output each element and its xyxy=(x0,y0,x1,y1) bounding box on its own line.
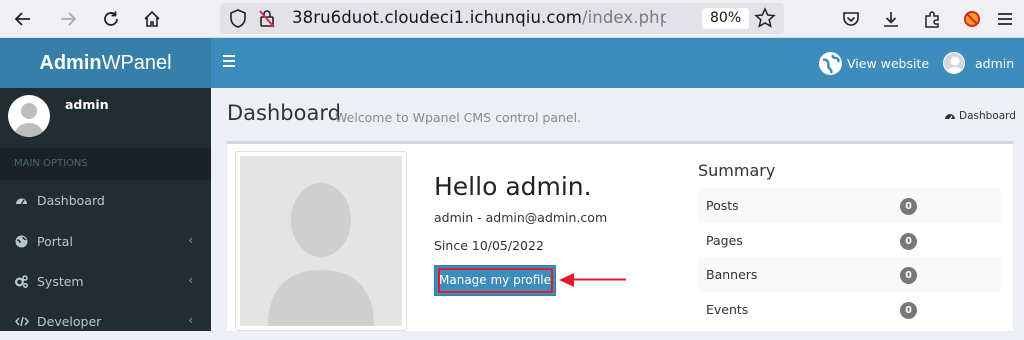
bookmark-star-icon[interactable] xyxy=(754,7,776,33)
shield-icon[interactable] xyxy=(229,9,247,32)
sidebar-item-dashboard[interactable]: Dashboard xyxy=(0,181,211,219)
count-badge: 0 xyxy=(900,233,917,250)
page-subtitle: Welcome to Wpanel CMS control panel. xyxy=(335,110,582,125)
code-icon xyxy=(15,315,29,328)
forward-arrow-icon[interactable] xyxy=(53,4,83,34)
view-website-link[interactable]: View website xyxy=(819,50,929,76)
back-arrow-icon[interactable] xyxy=(8,4,38,34)
url-text[interactable]: 38ru6duot.cloudeci1.ichunqiu.com/index.p… xyxy=(292,8,666,30)
avatar xyxy=(8,95,50,137)
sidebar-item-label: Dashboard xyxy=(37,192,105,208)
red-arrow-annotation xyxy=(559,273,626,287)
count-badge: 0 xyxy=(900,198,917,215)
summary-title: Summary xyxy=(698,161,776,180)
breadcrumb-label[interactable]: Dashboard xyxy=(959,110,1016,122)
user-silhouette-icon xyxy=(268,183,374,326)
summary-row: Posts 0 xyxy=(698,188,1001,223)
greeting: Hello admin. xyxy=(434,172,592,201)
sidebar-user-name: admin xyxy=(65,97,109,112)
sidebar: admin MAIN OPTIONS Dashboard Portal ‹ Sy… xyxy=(0,88,211,331)
view-website-label[interactable]: View website xyxy=(847,56,929,71)
zoom-level[interactable]: 80% xyxy=(702,8,750,29)
address-bar[interactable]: 38ru6duot.cloudeci1.ichunqiu.com/index.p… xyxy=(220,3,784,34)
sidebar-toggle-icon[interactable] xyxy=(223,55,235,70)
extensions-icon[interactable] xyxy=(917,4,947,34)
download-icon[interactable] xyxy=(876,4,906,34)
sidebar-item-portal[interactable]: Portal ‹ xyxy=(0,222,211,260)
chevron-left-icon: ‹ xyxy=(188,273,193,287)
summary-label: Posts xyxy=(706,198,739,213)
user-email-line: admin - admin@admin.com xyxy=(434,210,608,225)
globe-icon xyxy=(819,51,842,75)
app-logo[interactable]: AdminWPanel xyxy=(0,38,211,88)
menu-icon[interactable] xyxy=(990,4,1020,34)
globe-icon xyxy=(15,235,28,248)
sidebar-item-label: Developer xyxy=(37,313,102,329)
cogs-icon xyxy=(14,274,29,288)
top-navbar: View website admin xyxy=(211,38,1024,88)
chevron-left-icon: ‹ xyxy=(188,233,193,247)
home-icon[interactable] xyxy=(137,4,167,34)
count-badge: 0 xyxy=(900,302,917,319)
profile-photo xyxy=(235,151,407,331)
avatar xyxy=(943,52,965,74)
member-since: Since 10/05/2022 xyxy=(434,238,544,253)
pocket-icon[interactable] xyxy=(836,4,866,34)
sidebar-item-label: Portal xyxy=(37,233,73,249)
blocked-addon-icon[interactable] xyxy=(957,4,987,34)
summary-row: Events 0 xyxy=(698,292,1001,327)
manage-profile-button[interactable]: Manage my profile xyxy=(434,265,556,296)
browser-toolbar: 38ru6duot.cloudeci1.ichunqiu.com/index.p… xyxy=(0,0,1024,38)
user-panel: admin xyxy=(0,88,211,143)
summary-label: Pages xyxy=(706,233,743,248)
page-title: Dashboard xyxy=(227,101,341,125)
summary-row: Pages 0 xyxy=(698,223,1001,258)
user-name[interactable]: admin xyxy=(975,56,1014,71)
summary-label: Events xyxy=(706,302,749,317)
summary-label: Banners xyxy=(706,267,758,282)
insecure-lock-icon[interactable] xyxy=(258,9,276,32)
chevron-left-icon: ‹ xyxy=(188,313,193,327)
dashboard-icon xyxy=(945,111,955,121)
user-menu[interactable]: admin xyxy=(943,51,1014,75)
sidebar-item-system[interactable]: System ‹ xyxy=(0,262,211,300)
count-badge: 0 xyxy=(900,267,917,284)
sidebar-item-label: System xyxy=(37,273,84,289)
breadcrumb[interactable]: Dashboard xyxy=(945,110,1016,122)
summary-row: Banners 0 xyxy=(698,257,1001,292)
sidebar-item-developer[interactable]: Developer ‹ xyxy=(0,302,211,340)
sidebar-section-header: MAIN OPTIONS xyxy=(0,148,211,180)
reload-icon[interactable] xyxy=(96,4,126,34)
dashboard-icon xyxy=(15,194,28,207)
